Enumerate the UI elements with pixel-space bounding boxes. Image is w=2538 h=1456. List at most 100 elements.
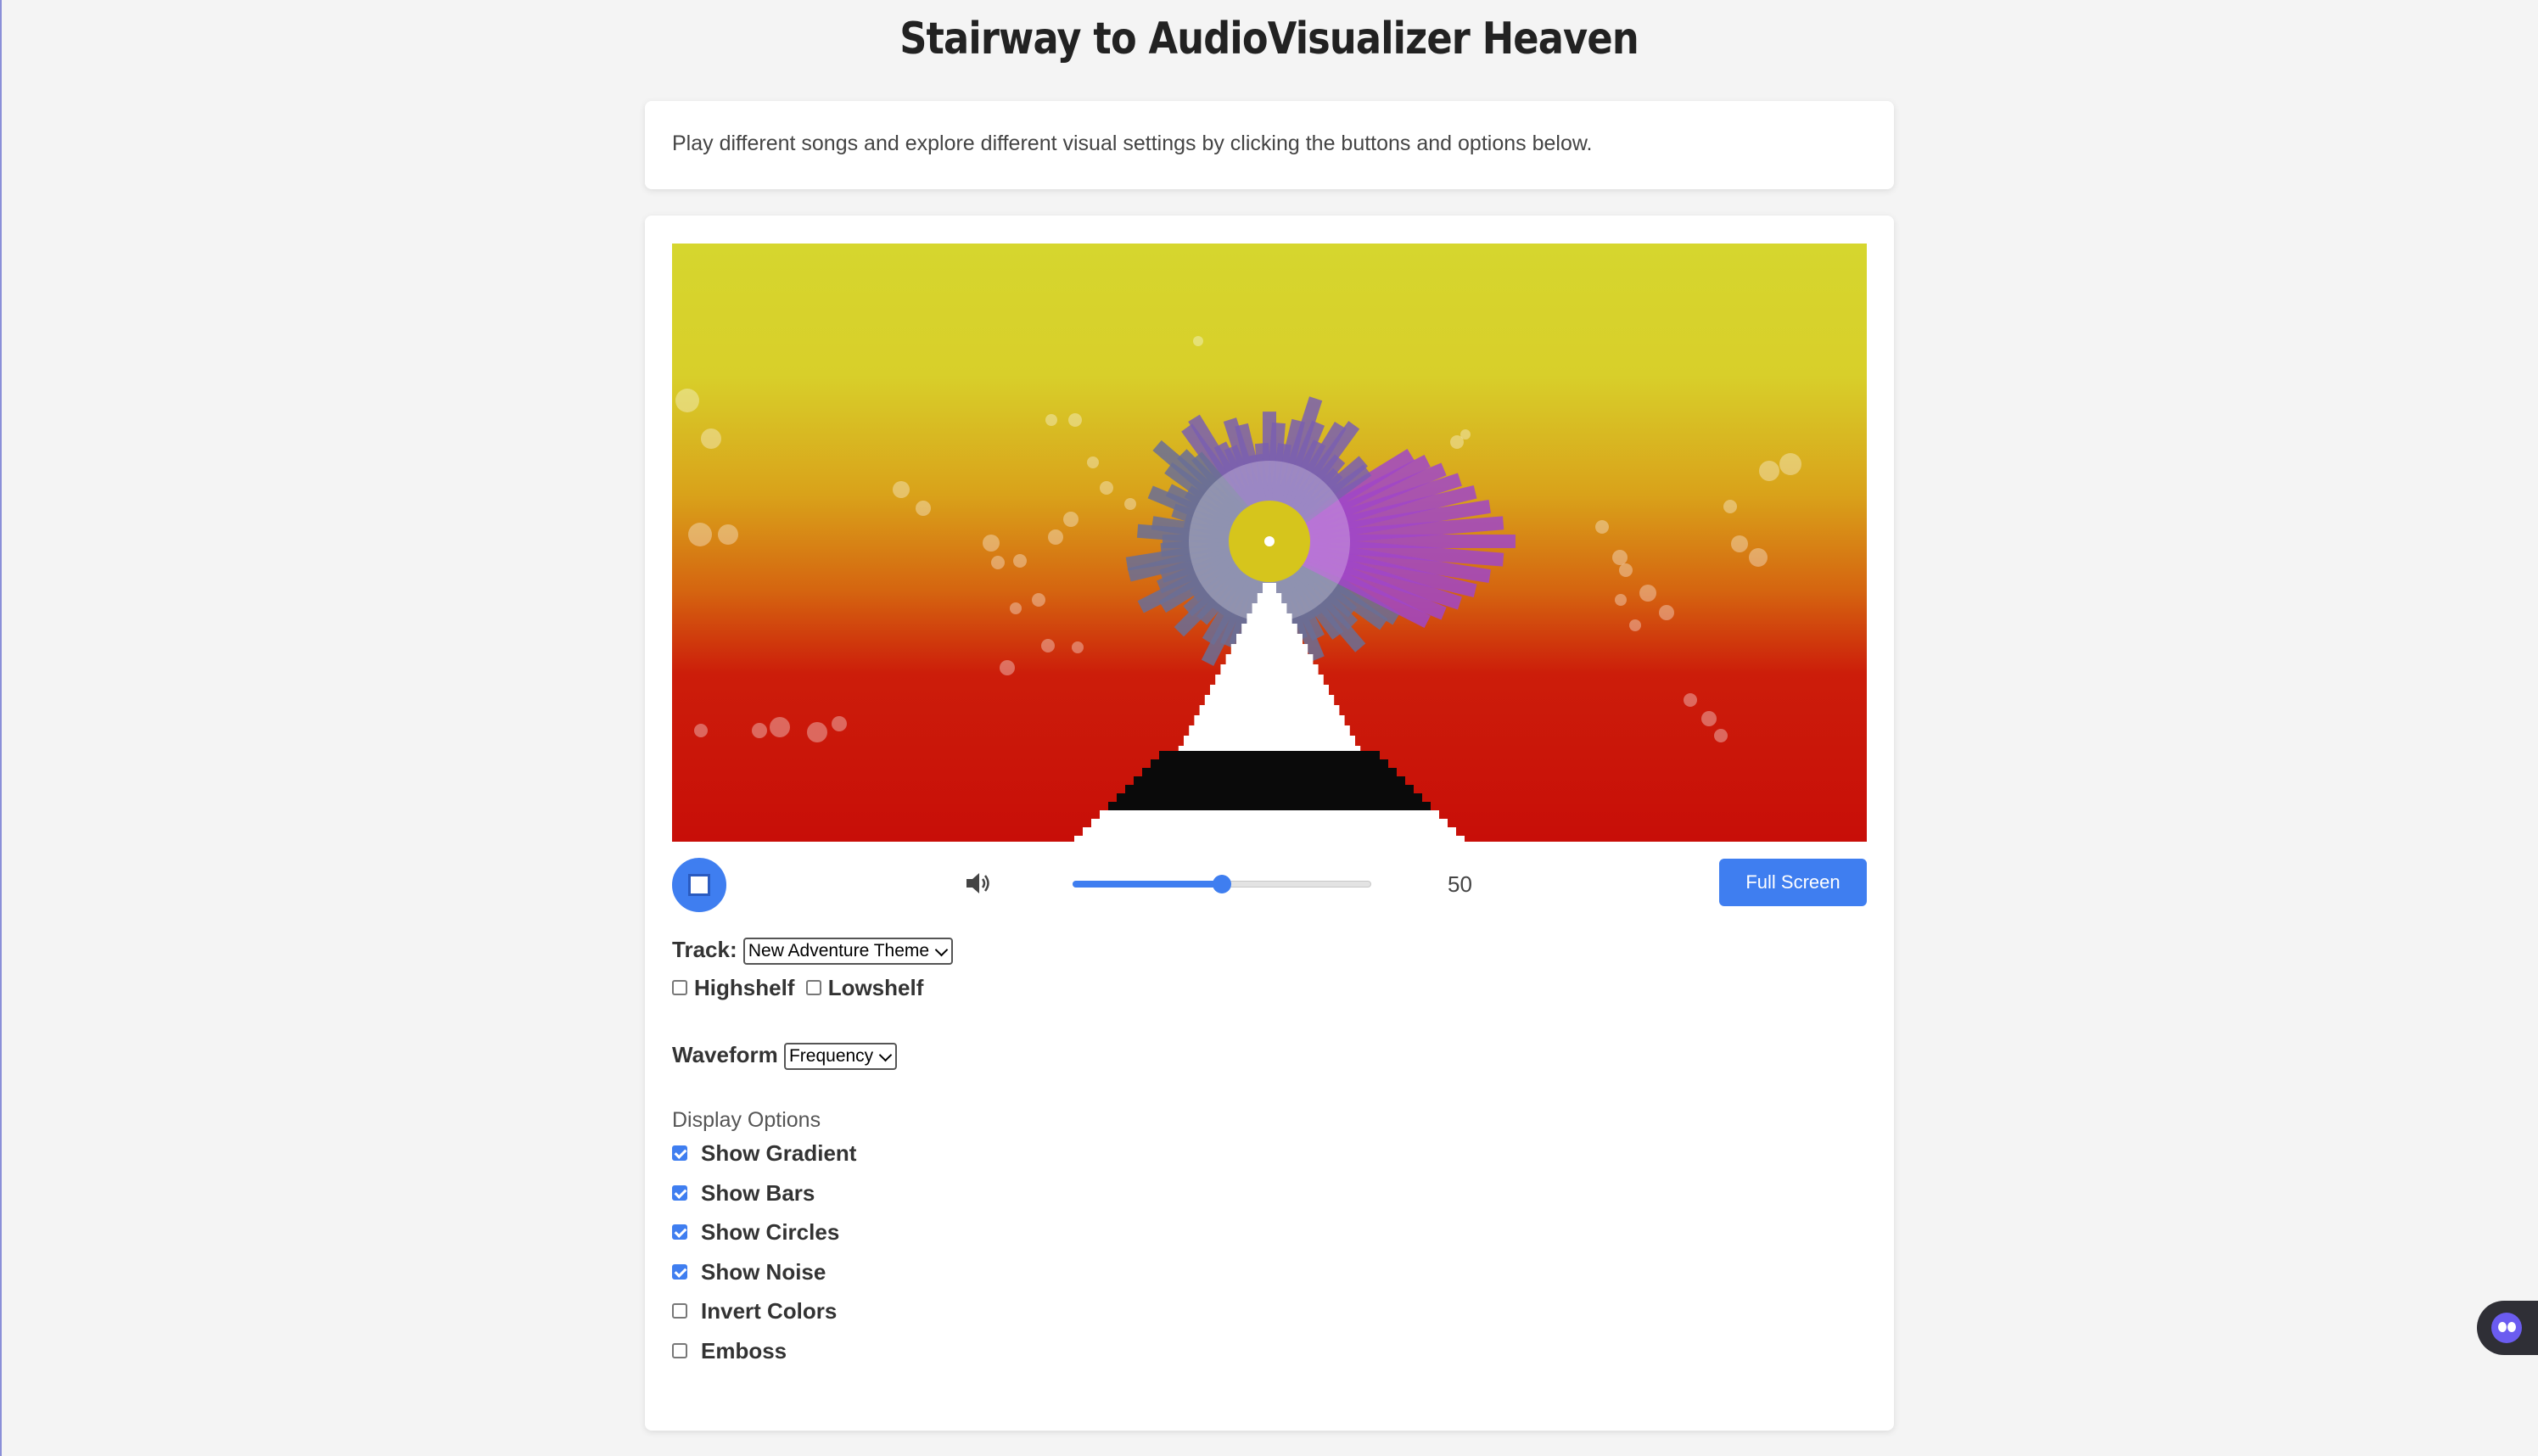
stair-step — [1263, 583, 1276, 594]
bokeh-circle — [1124, 498, 1136, 510]
stair-step — [1194, 715, 1345, 726]
stair-step — [1204, 695, 1335, 706]
stair-step — [1220, 664, 1319, 675]
stair-step — [1210, 685, 1329, 696]
stair-step — [1252, 603, 1287, 614]
volume-slider[interactable] — [1073, 875, 1371, 893]
bokeh-circle — [1684, 693, 1697, 707]
bokeh-circle — [1193, 336, 1203, 346]
stair-step — [1083, 827, 1456, 837]
display-option-checkbox[interactable] — [672, 1263, 687, 1280]
bokeh-circle — [1100, 481, 1113, 495]
center-dot — [1264, 536, 1275, 546]
bokeh-circle — [752, 723, 767, 738]
stair-step — [1247, 613, 1292, 624]
display-option-label: Show Noise — [701, 1258, 826, 1285]
bokeh-circle — [991, 556, 1005, 569]
bokeh-circle — [1010, 602, 1022, 614]
display-option-checkbox[interactable] — [672, 1224, 687, 1240]
highshelf-label: Highshelf — [694, 975, 795, 1000]
stair-step — [1091, 819, 1448, 828]
intro-card: Play different songs and explore differe… — [645, 101, 1894, 189]
bokeh-circle — [1615, 594, 1627, 606]
bokeh-circle — [694, 724, 708, 737]
page-title: Stairway to AudioVisualizer Heaven — [899, 14, 1639, 64]
volume-value: 50 — [1448, 871, 1472, 897]
bokeh-circle — [1714, 729, 1728, 742]
stair-step — [1189, 725, 1350, 736]
stair-step-dark — [1151, 759, 1388, 769]
highshelf-checkbox[interactable] — [672, 980, 687, 996]
chevron-down-icon — [934, 943, 949, 957]
stair-step — [1074, 836, 1465, 842]
display-option-checkbox[interactable] — [672, 1184, 687, 1201]
bokeh-circle — [1063, 512, 1079, 527]
stair-step — [1257, 593, 1282, 604]
display-options-heading: Display Options — [672, 1108, 821, 1132]
display-option-checkbox[interactable] — [672, 1145, 687, 1162]
display-option-row: Show Circles — [672, 1219, 839, 1246]
bokeh-circle — [675, 389, 699, 412]
bokeh-circle — [1032, 593, 1045, 607]
bokeh-circle — [1749, 548, 1768, 567]
stair-step-dark — [1117, 793, 1422, 803]
bokeh-circle — [1013, 554, 1027, 568]
display-option-label: Emboss — [701, 1337, 787, 1364]
bokeh-circle — [916, 501, 931, 516]
waveform-select[interactable]: Frequency — [783, 1043, 898, 1071]
stair-step — [1199, 705, 1340, 716]
bokeh-circle — [688, 523, 712, 546]
display-option-row: Emboss — [672, 1338, 787, 1364]
track-row: Track: New Adventure Theme — [672, 937, 954, 966]
waveform-row: Waveform Frequency — [672, 1042, 898, 1071]
stop-button[interactable] — [672, 858, 726, 912]
volume-slider-thumb[interactable] — [1213, 875, 1231, 893]
bokeh-circle — [1701, 711, 1717, 726]
lowshelf-label: Lowshelf — [827, 975, 924, 1000]
display-option-checkbox[interactable] — [672, 1303, 687, 1319]
bokeh-circle — [1000, 660, 1015, 675]
display-option-row: Invert Colors — [672, 1298, 837, 1324]
stair-step — [1225, 654, 1314, 665]
display-option-label: Invert Colors — [701, 1298, 838, 1324]
bokeh-circle — [770, 717, 790, 737]
speaker-volume-icon[interactable] — [965, 871, 994, 896]
stair-step — [1241, 624, 1297, 635]
intro-text: Play different songs and explore differe… — [672, 132, 1593, 155]
bokeh-circle — [1619, 563, 1633, 577]
bokeh-circle — [718, 524, 738, 545]
stair-step-dark — [1108, 802, 1431, 811]
bokeh-circle — [1072, 641, 1084, 653]
visualizer-card: 50 Full Screen Track: New Adventure Them… — [645, 216, 1894, 1431]
waveform-label: Waveform — [672, 1042, 778, 1067]
bokeh-circle — [1087, 456, 1099, 468]
display-option-row: Show Gradient — [672, 1140, 856, 1167]
bokeh-circle — [1595, 520, 1609, 534]
full-screen-button[interactable]: Full Screen — [1719, 859, 1867, 906]
stair-step-dark — [1142, 768, 1397, 777]
bokeh-circle — [807, 722, 827, 742]
chat-bot-face-icon — [2491, 1313, 2522, 1343]
stair-step — [1236, 634, 1303, 645]
stair-step — [1215, 675, 1324, 686]
lowshelf-checkbox[interactable] — [805, 980, 821, 996]
bokeh-circle — [1779, 453, 1801, 475]
volume-slider-fill — [1073, 881, 1222, 888]
stair-step — [1230, 644, 1308, 655]
visualizer-graphics — [675, 336, 1801, 842]
bokeh-circle — [1629, 619, 1641, 631]
bokeh-circle — [1723, 500, 1737, 513]
filter-row: Highshelf Lowshelf — [672, 975, 923, 1001]
bokeh-circle — [1612, 550, 1628, 565]
visualizer-canvas[interactable] — [672, 244, 1867, 842]
display-option-row: Show Bars — [672, 1180, 815, 1207]
bokeh-circle — [701, 428, 721, 449]
display-option-checkbox[interactable] — [672, 1342, 687, 1358]
bokeh-circle — [983, 535, 1000, 552]
bokeh-circle — [1731, 535, 1748, 552]
track-select-value: New Adventure Theme — [748, 941, 930, 961]
chat-widget-button[interactable] — [2477, 1301, 2538, 1355]
track-select[interactable]: New Adventure Theme — [742, 938, 954, 966]
bokeh-circle — [1045, 414, 1057, 426]
bokeh-circle — [832, 716, 847, 731]
